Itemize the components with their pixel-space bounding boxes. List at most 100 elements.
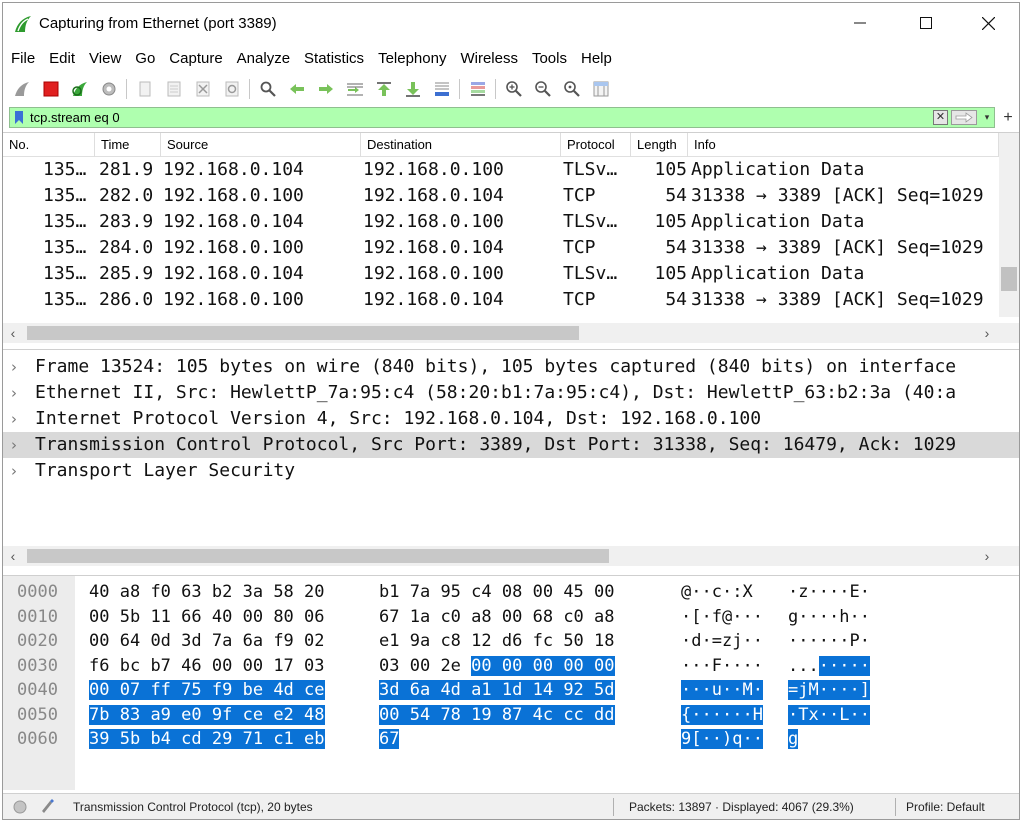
hex-bytes[interactable]: b1 7a 95 c4 08 00 45 00 [379,580,615,604]
scroll-left-arrow-icon[interactable]: ‹ [3,546,23,566]
detail-tree-row[interactable]: › Transport Layer Security [3,458,1019,484]
maximize-button[interactable] [903,3,949,43]
expand-chevron-icon[interactable]: › [11,380,17,406]
resize-columns-button[interactable] [586,76,615,102]
ascii-bytes[interactable]: ·Tx··L·· [788,703,870,727]
bookmark-icon[interactable] [13,110,25,125]
reload-file-button[interactable] [217,76,246,102]
hex-bytes[interactable]: 67 [379,727,400,751]
go-first-button[interactable] [369,76,398,102]
open-file-button[interactable] [130,76,159,102]
hex-bytes[interactable]: 39 5b b4 cd 29 71 c1 eb [89,727,325,751]
packet-row[interactable]: 135… 284.0 192.168.0.100 192.168.0.104 TCP 54… [3,235,999,261]
hex-bytes[interactable]: 00 07 ff 75 f9 be 4d ce [89,678,325,702]
hex-bytes[interactable]: 00 5b 11 66 40 00 80 06 [89,605,325,629]
menu-tools[interactable]: Tools [524,47,573,71]
go-last-button[interactable] [398,76,427,102]
hex-bytes[interactable]: 67 1a c0 a8 00 68 c0 a8 [379,605,615,629]
ascii-bytes[interactable]: ······P· [788,629,870,653]
column-header-no[interactable]: No. [3,133,95,157]
ascii-bytes[interactable]: g [788,727,799,751]
packet-row[interactable]: 135… 281.9 192.168.0.104 192.168.0.100 TLSv…… [3,157,999,183]
packet-list-horizontal-scrollbar[interactable]: ‹ › [3,323,1019,343]
menu-statistics[interactable]: Statistics [296,47,370,71]
stop-capture-button[interactable] [36,76,65,102]
hex-bytes[interactable]: f6 bc b7 46 00 00 17 03 [89,654,325,678]
ascii-bytes[interactable]: ·z····E· [788,580,870,604]
autoscroll-button[interactable] [427,76,456,102]
scroll-right-arrow-icon[interactable]: › [977,323,997,343]
scroll-left-arrow-icon[interactable]: ‹ [3,323,23,343]
scrollbar-thumb[interactable] [27,326,579,340]
column-header-info[interactable]: Info [688,133,999,157]
close-window-button[interactable] [965,3,1011,43]
zoom-out-button[interactable] [528,76,557,102]
detail-tree-row[interactable]: › Frame 13524: 105 bytes on wire (840 bit… [3,354,1019,380]
expand-chevron-icon[interactable]: › [11,354,17,380]
column-header-source[interactable]: Source [161,133,361,157]
ascii-bytes[interactable]: 9[··)q·· [681,727,763,751]
capture-options-button[interactable] [94,76,123,102]
minimize-button[interactable] [837,3,883,43]
restart-capture-button[interactable] [65,76,94,102]
profile-label[interactable]: Profile: Default [906,794,985,819]
ascii-bytes[interactable]: ·d·=zj·· [681,629,763,653]
zoom-normal-button[interactable] [557,76,586,102]
column-header-time[interactable]: Time [95,133,161,157]
scrollbar-thumb[interactable] [1001,267,1017,291]
clear-filter-button[interactable]: ✕ [933,110,948,125]
hex-bytes[interactable]: 7b 83 a9 e0 9f ce e2 48 [89,703,325,727]
menu-file[interactable]: File [3,47,41,71]
menu-edit[interactable]: Edit [41,47,81,71]
expert-info-icon[interactable] [13,800,27,814]
detail-tree-row[interactable]: › Ethernet II, Src: HewlettP_7a:95:c4 (58… [3,380,1019,406]
menu-go[interactable]: Go [127,47,161,71]
column-header-destination[interactable]: Destination [361,133,561,157]
expand-chevron-icon[interactable]: › [11,432,17,458]
hex-bytes[interactable]: 40 a8 f0 63 b2 3a 58 20 [89,580,325,604]
details-horizontal-scrollbar[interactable]: ‹ › [3,546,1019,566]
ascii-bytes[interactable]: =jM····] [788,678,870,702]
colorize-button[interactable] [463,76,492,102]
hex-bytes[interactable]: 00 54 78 19 87 4c cc dd [379,703,615,727]
go-forward-button[interactable] [311,76,340,102]
detail-tree-row[interactable]: › Internet Protocol Version 4, Src: 192.1… [3,406,1019,432]
expand-chevron-icon[interactable]: › [11,458,17,484]
menu-capture[interactable]: Capture [161,47,228,71]
ascii-bytes[interactable]: g····h·· [788,605,870,629]
menu-telephony[interactable]: Telephony [370,47,452,71]
ascii-bytes[interactable]: {······H [681,703,763,727]
hex-bytes[interactable]: 00 64 0d 3d 7a 6a f9 02 [89,629,325,653]
ascii-bytes[interactable]: ·[·f@··· [681,605,763,629]
ascii-bytes[interactable]: @··c·:X [681,580,763,604]
filter-history-dropdown[interactable]: ▾ [981,109,993,126]
scrollbar-thumb[interactable] [27,549,609,563]
packet-row[interactable]: 135… 286.0 192.168.0.100 192.168.0.104 TCP 54… [3,287,999,313]
menu-analyze[interactable]: Analyze [229,47,296,71]
hex-bytes[interactable]: 03 00 2e 00 00 00 00 00 [379,654,615,678]
start-capture-button[interactable] [7,76,36,102]
packet-row[interactable]: 135… 285.9 192.168.0.104 192.168.0.100 TLSv…… [3,261,999,287]
scroll-right-arrow-icon[interactable]: › [977,546,997,566]
zoom-in-button[interactable] [499,76,528,102]
go-to-packet-button[interactable] [340,76,369,102]
go-back-button[interactable] [282,76,311,102]
menu-help[interactable]: Help [573,47,618,71]
display-filter-input[interactable] [30,109,930,126]
close-file-button[interactable] [188,76,217,102]
ascii-bytes[interactable]: ···u··M· [681,678,763,702]
capture-comment-icon[interactable] [39,798,55,814]
save-file-button[interactable] [159,76,188,102]
column-header-protocol[interactable]: Protocol [561,133,631,157]
ascii-bytes[interactable]: ···F···· [681,654,763,678]
packet-list-vertical-scrollbar[interactable] [999,133,1019,317]
menu-wireless[interactable]: Wireless [452,47,524,71]
ascii-bytes[interactable]: ...····· [788,654,870,678]
column-header-length[interactable]: Length [631,133,688,157]
find-packet-button[interactable] [253,76,282,102]
expand-chevron-icon[interactable]: › [11,406,17,432]
detail-tree-row[interactable]: › Transmission Control Protocol, Src Port… [3,432,1019,458]
apply-filter-button[interactable] [951,110,977,125]
packet-row[interactable]: 135… 283.9 192.168.0.104 192.168.0.100 TLSv…… [3,209,999,235]
hex-bytes[interactable]: 3d 6a 4d a1 1d 14 92 5d [379,678,615,702]
